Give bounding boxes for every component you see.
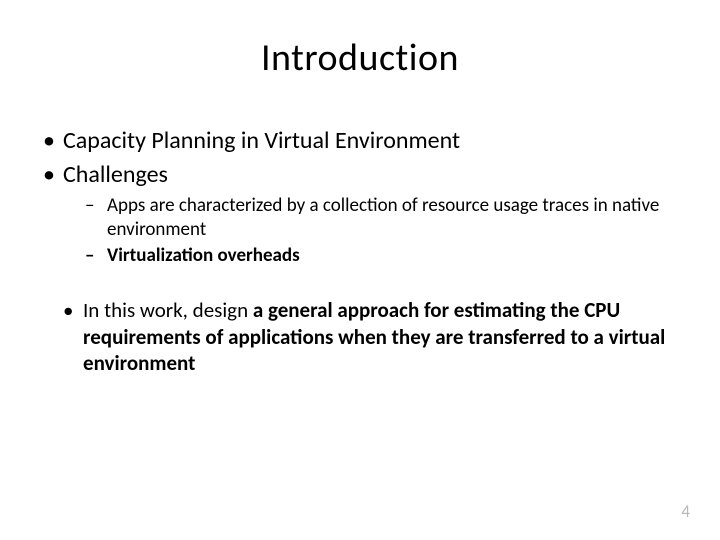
slide-content: Capacity Planning in Virtual Environment… [30, 126, 690, 376]
spacer [35, 269, 690, 297]
bullet-virtualization-overheads: Virtualization overheads [35, 244, 690, 268]
bullet-challenges: Challenges [35, 160, 690, 190]
page-number: 4 [681, 501, 690, 522]
bullet-in-this-work: In this work, design a general approach … [35, 297, 690, 376]
bullet-capacity-planning: Capacity Planning in Virtual Environment [35, 126, 690, 156]
slide-title: Introduction [30, 35, 690, 81]
bullet-in-this-work-pre: In this work, design [83, 297, 253, 323]
slide: Introduction Capacity Planning in Virtua… [0, 0, 720, 540]
bullet-apps-characterized: Apps are characterized by a collection o… [35, 194, 690, 242]
